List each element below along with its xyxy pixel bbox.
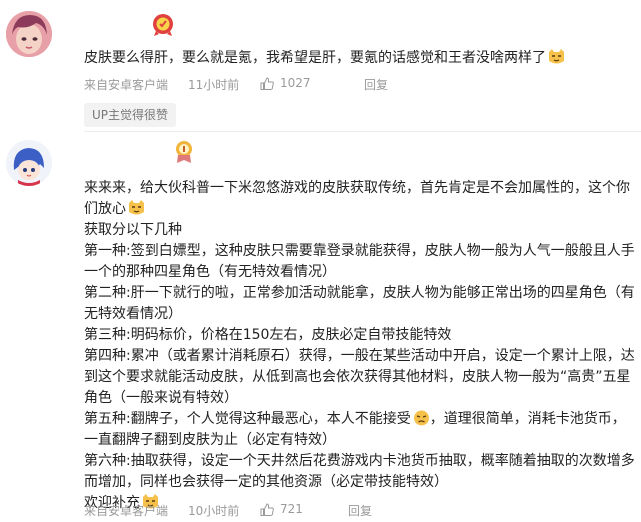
smug-cat-emoji-icon — [548, 49, 565, 65]
level-badge-icon — [173, 140, 195, 164]
comment-body: 皮肤要么得肝，要么就是氪，我希望是肝，要氪的话感觉和王者没啥两样了 — [84, 50, 546, 66]
comment-line: 第一种:签到白嫖型，这种皮肤只需要靠登录就能获得，皮肤人物一般为人气一般般且人手… — [84, 243, 635, 280]
comment-text: 来来来，给大伙科普一下米忽悠游戏的皮肤获取传统，首先肯定是不会加属性的，这个你们… — [84, 178, 636, 514]
comment-text: 皮肤要么得肝，要么就是氪，我希望是肝，要氪的话感觉和王者没啥两样了 — [84, 48, 636, 69]
like-count: 1027 — [280, 76, 311, 90]
comment-line: 第四种:累冲（或者累计消耗原石）获得，一般在某些活动中开启，设定一个累计上限，达… — [84, 348, 635, 406]
tired-face-emoji-icon — [413, 410, 430, 426]
comment-line: 第三种:明码标价，价格在150左右，皮肤必定自带技能特效 — [84, 327, 452, 343]
like-button[interactable]: 721 — [260, 502, 303, 516]
thumbs-up-icon — [260, 77, 274, 90]
comment-line: 第六种:抽取获得，设定一个天井然后花费游戏内卡池货币抽取，概率随着抽取的次数增多… — [84, 453, 635, 490]
avatar[interactable] — [6, 140, 52, 186]
comment-line: 第五种:翻牌子，个人觉得这种最恶心，本人不能接受 — [84, 411, 411, 427]
comment-line: 获取分以下几种 — [84, 222, 182, 238]
level-badge-icon — [151, 13, 175, 37]
comment-line: 第二种:肝一下就行的啦，正常参加活动就能拿，皮肤人物为能够正常出场的四星角色（有… — [84, 285, 635, 322]
like-count: 721 — [280, 502, 303, 516]
smug-cat-emoji-icon — [128, 200, 145, 216]
up-liked-tag: UP主觉得很赞 — [84, 103, 177, 127]
avatar[interactable] — [6, 11, 52, 57]
timestamp: 10小时前 — [188, 504, 240, 518]
thumbs-up-icon — [260, 503, 274, 516]
like-button[interactable]: 1027 — [260, 76, 311, 90]
comment-line: 来来来，给大伙科普一下米忽悠游戏的皮肤获取传统，首先肯定是不会加属性的，这个你们… — [84, 180, 630, 217]
reply-button[interactable]: 回复 — [364, 76, 388, 93]
client-source: 来自安卓客户端 — [84, 78, 169, 92]
reply-button[interactable]: 回复 — [348, 502, 372, 519]
timestamp: 11小时前 — [188, 78, 240, 92]
client-source: 来自安卓客户端 — [84, 504, 169, 518]
divider — [84, 131, 641, 132]
